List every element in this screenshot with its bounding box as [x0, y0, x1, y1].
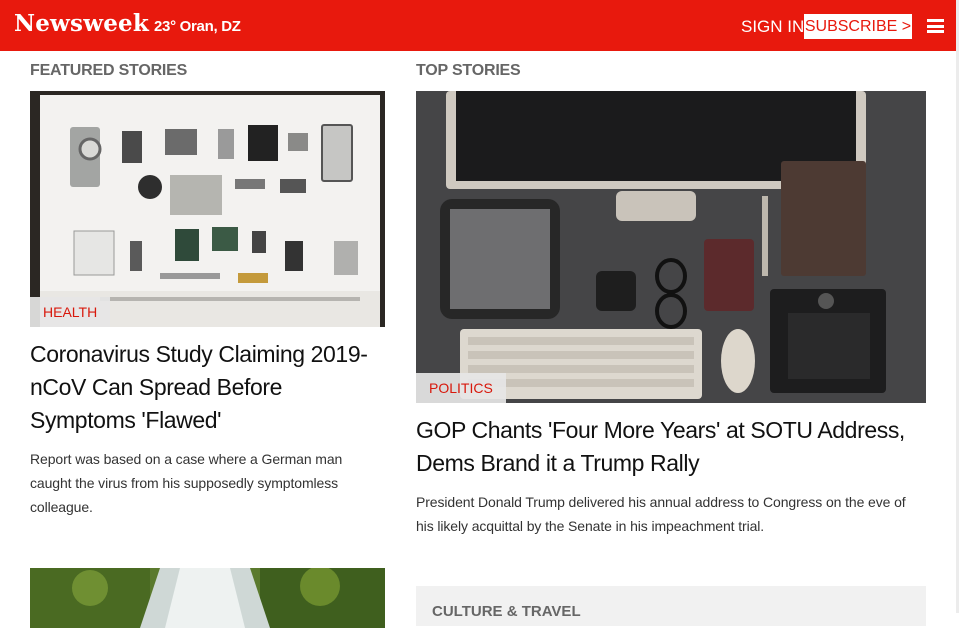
waterfall-story-image[interactable]	[30, 568, 385, 628]
category-tag-health[interactable]: HEALTH	[30, 297, 111, 327]
newsweek-logo[interactable]: Newsweek	[14, 10, 149, 37]
featured-story-image[interactable]: HEALTH	[30, 91, 385, 327]
culture-travel-heading: CULTURE & TRAVEL	[432, 603, 581, 620]
hamburger-menu-icon[interactable]	[927, 19, 944, 33]
sign-in-link[interactable]: SIGN IN	[741, 17, 804, 37]
culture-travel-panel: CULTURE & TRAVEL	[416, 586, 926, 626]
category-tag-politics[interactable]: POLITICS	[416, 373, 506, 403]
waterfall-photo	[30, 568, 385, 628]
weather-readout[interactable]: 23° Oran, DZ	[154, 18, 241, 35]
featured-stories-heading: FEATURED STORIES	[30, 62, 188, 79]
featured-story-headline[interactable]: Coronavirus Study Claiming 2019-nCoV Can…	[30, 338, 380, 437]
gadget-parts-photo	[30, 91, 385, 327]
desk-setup-photo	[416, 91, 926, 403]
featured-story-summary: Report was based on a case where a Germa…	[30, 451, 343, 515]
top-story-image[interactable]: POLITICS	[416, 91, 926, 403]
top-story-summary: President Donald Trump delivered his ann…	[416, 494, 906, 534]
top-stories-heading: TOP STORIES	[416, 62, 521, 79]
site-header: Newsweek 23° Oran, DZ SIGN IN SUBSCRIBE …	[0, 0, 956, 51]
subscribe-button[interactable]: SUBSCRIBE >	[804, 14, 912, 39]
top-story-headline[interactable]: GOP Chants 'Four More Years' at SOTU Add…	[416, 414, 916, 480]
